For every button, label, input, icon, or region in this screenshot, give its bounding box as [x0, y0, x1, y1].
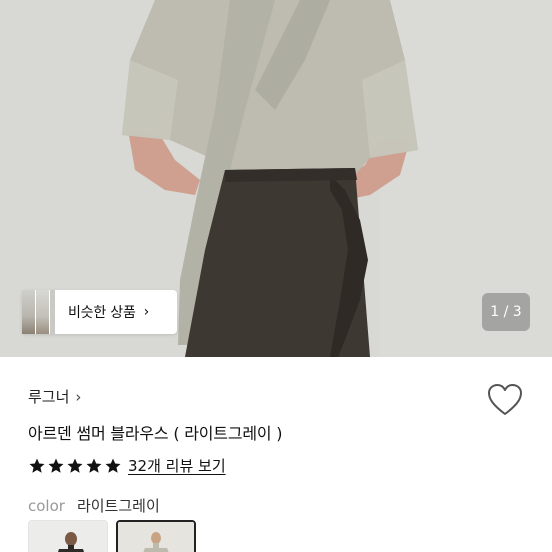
review-link[interactable]: 32개 리뷰 보기: [128, 455, 226, 476]
brand-link[interactable]: 루그너 ›: [28, 386, 81, 407]
product-title: 아르덴 썸머 블라우스 ( 라이트그레이 ): [28, 424, 283, 443]
image-page-indicator: 1 / 3: [482, 293, 530, 331]
rating-row: 32개 리뷰 보기: [28, 455, 226, 476]
star-icon: [67, 458, 83, 473]
product-image-carousel[interactable]: 비슷한 상품 › 1 / 3: [0, 0, 552, 357]
star-icon: [105, 458, 121, 473]
similar-products-button[interactable]: 비슷한 상품 ›: [22, 290, 177, 334]
chevron-right-icon: ›: [143, 304, 150, 320]
star-icon: [48, 458, 64, 473]
color-label: color: [28, 497, 65, 515]
color-swatches: [28, 520, 196, 552]
color-swatch-option[interactable]: [28, 520, 108, 552]
color-swatch-option-selected[interactable]: [116, 520, 196, 552]
chevron-right-icon: ›: [75, 387, 82, 406]
brand-name: 루그너: [28, 388, 70, 406]
similar-products-label: 비슷한 상품: [68, 305, 136, 321]
star-icon: [86, 458, 102, 473]
heart-icon[interactable]: [487, 383, 523, 417]
rating-stars: [28, 457, 122, 475]
color-row: color 라이트그레이: [28, 495, 160, 516]
color-value: 라이트그레이: [76, 497, 160, 515]
star-icon: [29, 458, 45, 473]
similar-products-thumbnails: [22, 290, 56, 334]
